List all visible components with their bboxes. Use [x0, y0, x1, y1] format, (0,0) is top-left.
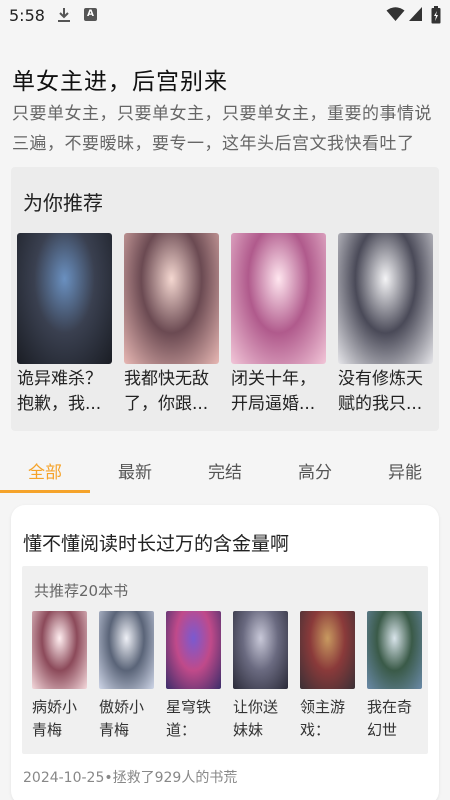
booklist-book[interactable]: 病娇小青梅占...: [32, 611, 90, 742]
book-title[interactable]: 诡异难杀？抱歉，我...: [17, 367, 113, 417]
category-tabs: 全部 最新 完结 高分 异能: [0, 450, 450, 494]
booklist-books-panel: 共推荐20本书 病娇小青梅占... 傲娇小青梅甜... 星穹铁道：摸... 让你…: [22, 566, 428, 754]
wifi-icon: [386, 7, 405, 21]
signal-icon: [409, 7, 422, 21]
recommend-heading: 为你推荐: [23, 191, 103, 215]
book-title[interactable]: 病娇小青梅占...: [32, 696, 90, 742]
book-title[interactable]: 我都快无敌了，你跟...: [124, 367, 220, 417]
tab-completed[interactable]: 完结: [180, 458, 270, 483]
book-cover[interactable]: [17, 233, 112, 364]
app-notification-icon: A: [84, 8, 97, 21]
page-title: 单女主进，后宫别来: [12, 69, 228, 95]
battery-icon: [431, 6, 441, 24]
tab-all[interactable]: 全部: [0, 458, 90, 483]
tab-supernatural[interactable]: 异能: [360, 458, 450, 483]
booklist-book[interactable]: 星穹铁道：摸...: [166, 611, 224, 742]
book-title[interactable]: 领主游戏：带...: [300, 696, 358, 742]
book-cover[interactable]: [367, 611, 422, 689]
recommend-section: 为你推荐 诡异难杀？抱歉，我... 我都快无敌了，你跟... 闭关十年，开局逼婚…: [11, 167, 439, 431]
booklist-count: 共推荐20本书: [34, 582, 129, 600]
book-cover[interactable]: [32, 611, 87, 689]
book-cover[interactable]: [233, 611, 288, 689]
book-cover[interactable]: [231, 233, 326, 364]
book-title[interactable]: 星穹铁道：摸...: [166, 696, 224, 742]
status-bar: 5:58 A: [0, 0, 450, 30]
book-title[interactable]: 让你送妹妹上...: [233, 696, 291, 742]
recommend-book[interactable]: 我都快无敌了，你跟...: [124, 233, 220, 417]
book-cover[interactable]: [338, 233, 433, 364]
booklist-title[interactable]: 懂不懂阅读时长过万的含金量啊: [23, 529, 289, 556]
status-time: 5:58: [9, 6, 45, 25]
recommend-list: 诡异难杀？抱歉，我... 我都快无敌了，你跟... 闭关十年，开局逼婚... 没…: [17, 233, 439, 423]
booklist-book[interactable]: 我在奇幻世界...: [367, 611, 425, 742]
download-icon: [58, 8, 70, 22]
recommend-book[interactable]: 没有修炼天赋的我只...: [338, 233, 434, 417]
tab-high-score[interactable]: 高分: [270, 458, 360, 483]
page-description: 只要单女主，只要单女主，只要单女主，重要的事情说三遍，不要暧昧，要专一，这年头后…: [12, 104, 432, 154]
booklist-book[interactable]: 领主游戏：带...: [300, 611, 358, 742]
booklist-meta: 2024-10-25•拯救了929人的书荒: [23, 770, 238, 786]
book-title[interactable]: 没有修炼天赋的我只...: [338, 367, 434, 417]
tab-latest[interactable]: 最新: [90, 458, 180, 483]
active-tab-indicator: [0, 490, 90, 493]
book-cover[interactable]: [99, 611, 154, 689]
book-title[interactable]: 傲娇小青梅甜...: [99, 696, 157, 742]
book-title[interactable]: 闭关十年，开局逼婚...: [231, 367, 327, 417]
book-cover[interactable]: [124, 233, 219, 364]
page: 5:58 A 单女主进，后宫别来 只要单女主，只要单女主，只要单女主，重要的事情…: [0, 0, 450, 800]
recommend-book[interactable]: 诡异难杀？抱歉，我...: [17, 233, 113, 417]
book-cover[interactable]: [166, 611, 221, 689]
book-cover[interactable]: [300, 611, 355, 689]
booklist-book[interactable]: 傲娇小青梅甜...: [99, 611, 157, 742]
book-title[interactable]: 我在奇幻世界...: [367, 696, 425, 742]
recommend-book[interactable]: 闭关十年，开局逼婚...: [231, 233, 327, 417]
booklist-book[interactable]: 让你送妹妹上...: [233, 611, 291, 742]
booklist-card[interactable]: 懂不懂阅读时长过万的含金量啊 共推荐20本书 病娇小青梅占... 傲娇小青梅甜.…: [11, 505, 439, 800]
